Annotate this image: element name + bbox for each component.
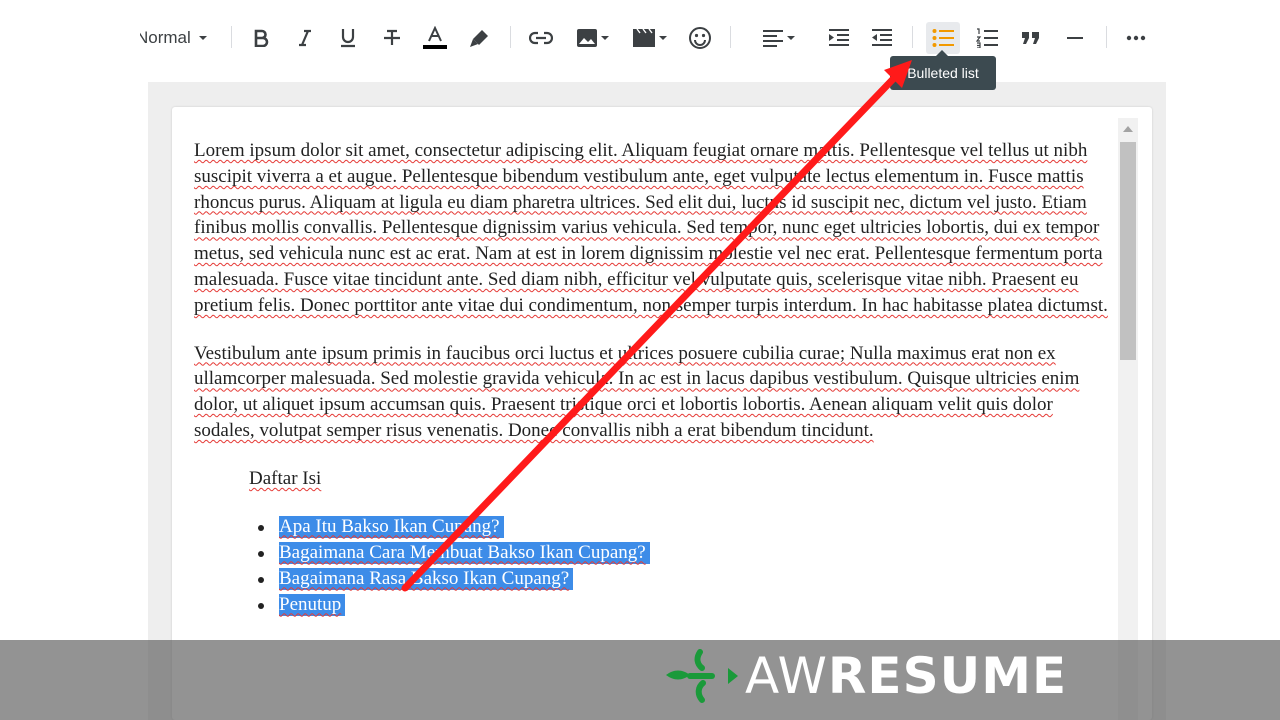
underline-button[interactable] — [335, 22, 361, 54]
scrollbar-thumb[interactable] — [1120, 142, 1136, 360]
italic-button[interactable] — [292, 22, 318, 54]
more-button[interactable] — [1122, 22, 1150, 54]
toc-item-text: Bagaimana Rasa Bakso Ikan Cupang? — [279, 567, 574, 590]
link-icon — [529, 31, 553, 45]
emoji-button[interactable] — [686, 22, 714, 54]
bulleted-list-icon — [932, 28, 954, 48]
chevron-down-icon — [658, 36, 667, 40]
editor-scrollbar[interactable] — [1118, 118, 1138, 720]
indent-button[interactable] — [825, 22, 853, 54]
toolbar-divider — [912, 26, 913, 48]
horizontal-rule-button[interactable] — [1061, 22, 1089, 54]
video-icon — [632, 28, 656, 48]
awresume-logo-icon — [664, 648, 740, 704]
toc-item-text: Apa Itu Bakso Ikan Cupang? — [279, 515, 504, 538]
video-button[interactable] — [629, 22, 669, 54]
image-icon — [576, 28, 598, 48]
bold-button[interactable] — [248, 22, 274, 54]
watermark-bar — [0, 640, 1280, 720]
toolbar-divider — [510, 26, 511, 48]
numbered-list-button[interactable] — [973, 22, 1001, 54]
list-item: Bagaimana Cara Membuat Bakso Ikan Cupang… — [258, 540, 1109, 566]
smiley-icon — [688, 26, 712, 50]
toolbar-divider — [730, 26, 731, 48]
watermark-text-bold: RESUME — [827, 647, 1068, 705]
chevron-down-icon — [600, 36, 609, 40]
align-left-icon — [762, 29, 784, 47]
quote-icon — [1021, 31, 1041, 45]
list-item: Apa Itu Bakso Ikan Cupang? — [258, 514, 1109, 540]
watermark-text-light: AW — [745, 647, 828, 705]
paragraph-style-select[interactable]: Normal — [140, 22, 218, 54]
paragraph-style-value: Normal — [140, 28, 191, 47]
chevron-down-icon — [786, 36, 795, 40]
toc-item-text: Bagaimana Cara Membuat Bakso Ikan Cupang… — [279, 541, 650, 564]
indent-icon — [828, 28, 850, 48]
toolbar-divider — [1106, 26, 1107, 48]
list-item: Penutup — [258, 592, 1109, 618]
awresume-watermark: AW RESUME — [745, 646, 1067, 706]
highlighter-icon — [468, 27, 492, 49]
numbered-list-icon — [976, 28, 998, 48]
horizontal-rule-icon — [1066, 36, 1084, 40]
strikethrough-button[interactable] — [379, 22, 405, 54]
italic-icon — [297, 29, 313, 47]
strikethrough-icon — [382, 29, 402, 47]
paragraph-1: Lorem ipsum dolor sit amet, consectetur … — [194, 140, 1108, 316]
chevron-down-icon — [198, 36, 207, 40]
text-color-button[interactable] — [422, 22, 448, 54]
outdent-button[interactable] — [868, 22, 896, 54]
image-button[interactable] — [572, 22, 612, 54]
toc-title: Daftar Isi — [249, 467, 322, 489]
editor-content[interactable]: Lorem ipsum dolor sit amet, consectetur … — [194, 138, 1109, 618]
paragraph-2: Vestibulum ante ipsum primis in faucibus… — [194, 342, 1080, 441]
more-icon — [1126, 35, 1146, 41]
link-button[interactable] — [527, 22, 555, 54]
outdent-icon — [871, 28, 893, 48]
quote-button[interactable] — [1017, 22, 1045, 54]
bold-icon — [253, 29, 269, 47]
toc-bulleted-list: Apa Itu Bakso Ikan Cupang? Bagaimana Car… — [194, 514, 1109, 618]
editor-toolbar: Normal — [0, 0, 1280, 78]
toc-item-text: Penutup — [279, 593, 346, 616]
underline-icon — [339, 28, 357, 48]
list-item: Bagaimana Rasa Bakso Ikan Cupang? — [258, 566, 1109, 592]
bulleted-list-tooltip: Bulleted list — [890, 50, 996, 90]
align-button[interactable] — [757, 22, 799, 54]
text-color-icon — [423, 26, 447, 50]
toolbar-divider — [231, 26, 232, 48]
scroll-up-arrow-icon[interactable] — [1123, 126, 1133, 132]
highlight-button[interactable] — [466, 22, 494, 54]
